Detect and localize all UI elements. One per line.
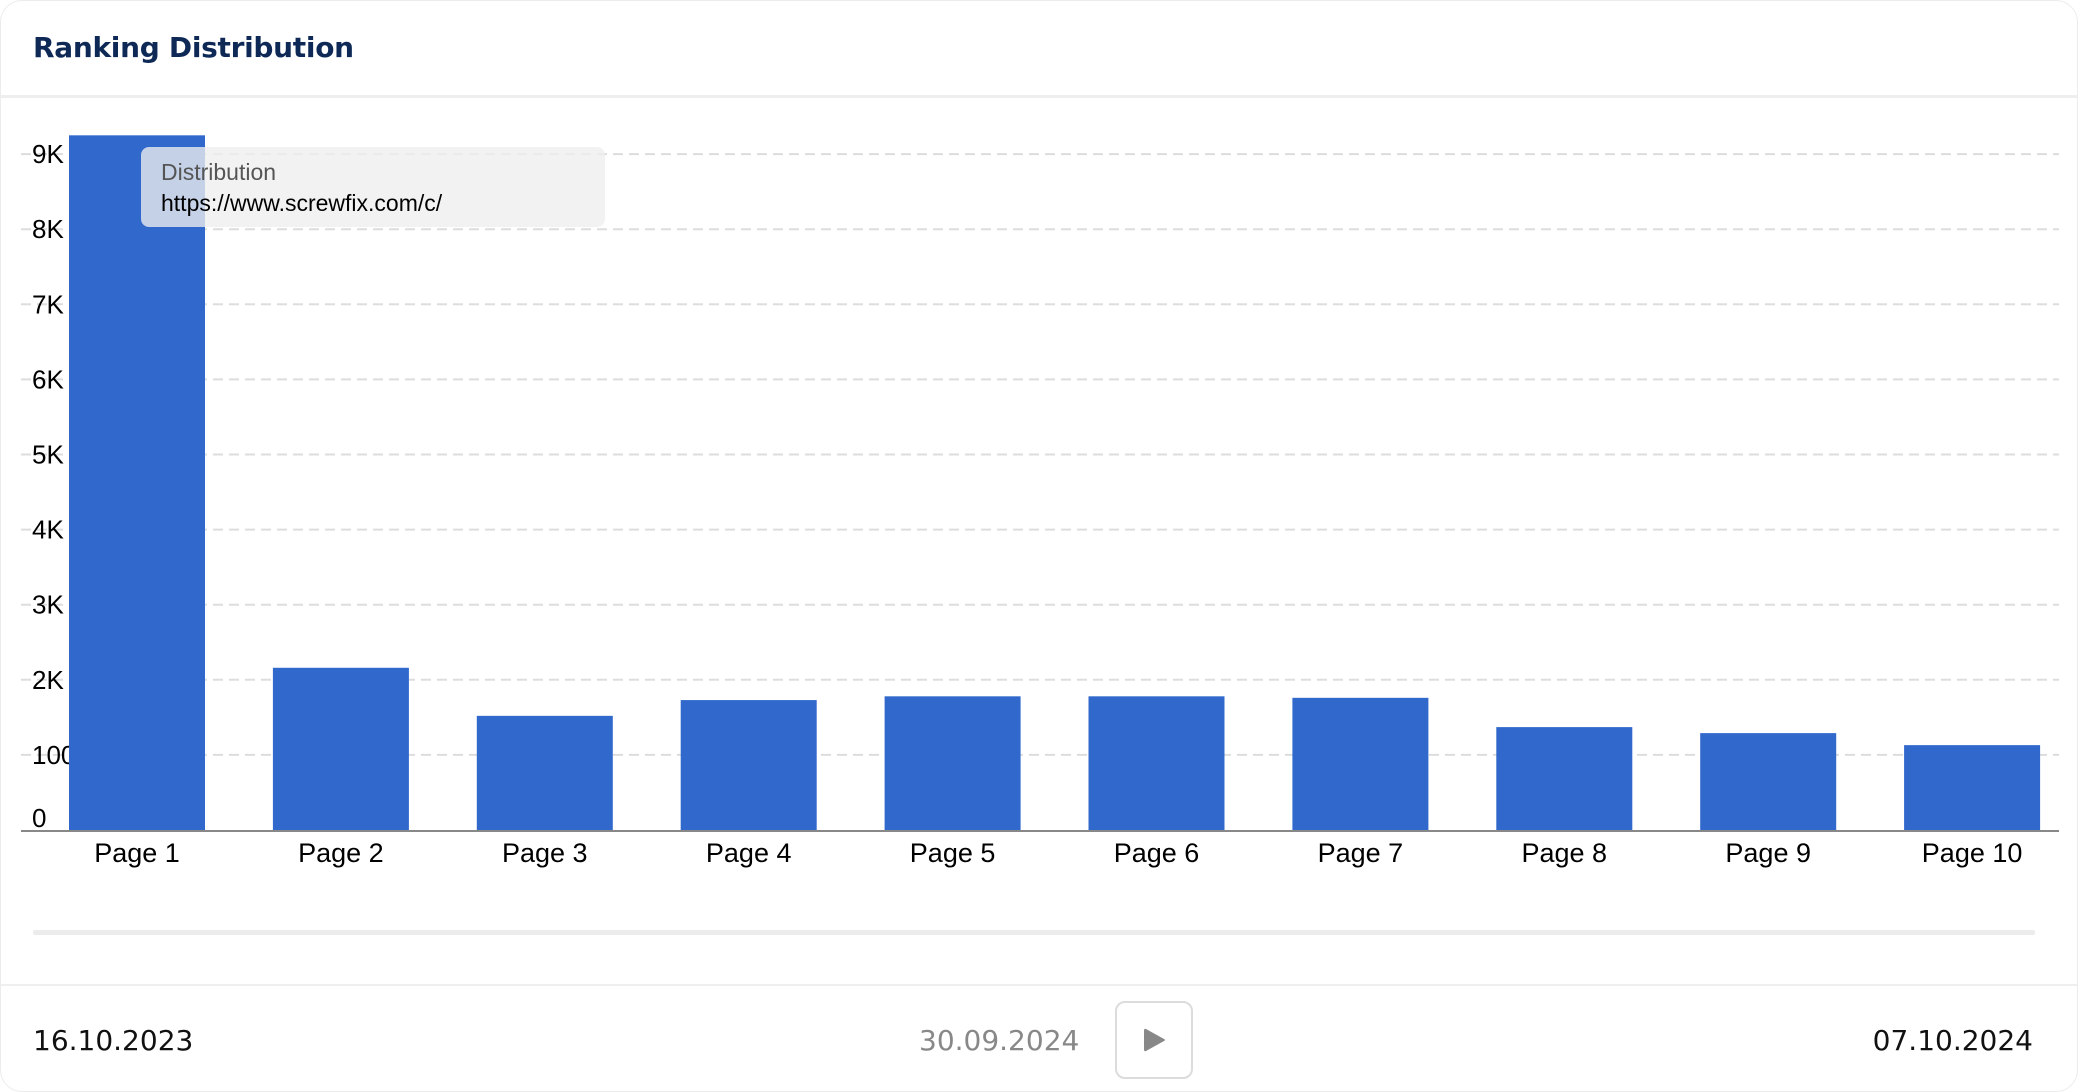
x-tick-label: Page 1 <box>94 838 180 868</box>
timeline-end-date: 07.10.2024 <box>1872 1024 2033 1057</box>
y-tick-label: 8K <box>32 214 64 244</box>
bars <box>69 135 2041 830</box>
timeline-footer: 16.10.2023 30.09.2024 07.10.2024 <box>1 984 2077 1091</box>
ranking-distribution-card: Ranking Distribution 0 1000 2K 3K 4K 5K 6K 7K 8K… <box>0 0 2078 1092</box>
bar-page-4[interactable] <box>680 700 817 830</box>
y-tick-label: 6K <box>32 364 64 394</box>
gridlines <box>21 153 2059 756</box>
bar-page-9[interactable] <box>1700 733 1837 830</box>
y-tick-label: 9K <box>32 139 64 169</box>
bar-page-8[interactable] <box>1496 727 1633 830</box>
tooltip-value: https://www.screwfix.com/c/ <box>161 190 443 216</box>
x-tick-label: Page 10 <box>1922 838 2023 868</box>
y-tick-label: 0 <box>32 803 46 833</box>
x-tick-label: Page 6 <box>1114 838 1200 868</box>
bar-chart: 010002K3K4K5K6K7K8K9K Page 1 Page 2 Page 3… <box>21 135 2059 868</box>
bar-page-6[interactable] <box>1088 696 1225 830</box>
bar-page-5[interactable] <box>884 696 1021 830</box>
timeline-current-date: 30.09.2024 <box>919 1024 1080 1057</box>
chart-tooltip: Distribution https://www.screwfix.com/c/ <box>141 147 605 227</box>
y-tick-label: 4K <box>32 515 64 545</box>
bar-page-10[interactable] <box>1904 745 2041 830</box>
x-tick-label: Page 9 <box>1725 838 1811 868</box>
bar-page-7[interactable] <box>1292 697 1429 830</box>
bar-page-1[interactable] <box>69 135 205 830</box>
timeline-start-date: 16.10.2023 <box>33 1024 194 1057</box>
x-tick-label: Page 7 <box>1318 838 1404 868</box>
tooltip-label: Distribution <box>161 159 277 185</box>
x-tick-label: Page 8 <box>1522 838 1608 868</box>
timeline-slider-track[interactable] <box>33 930 2035 935</box>
bar-page-2[interactable] <box>272 667 409 830</box>
play-button[interactable] <box>1115 1001 1193 1079</box>
x-tick-label: Page 5 <box>910 838 996 868</box>
x-tick-label: Page 2 <box>298 838 384 868</box>
y-tick-label: 3K <box>32 590 64 620</box>
y-tick-label: 7K <box>32 289 64 319</box>
x-tick-label: Page 4 <box>706 838 792 868</box>
play-icon <box>1144 1028 1165 1052</box>
x-tick-label: Page 3 <box>502 838 588 868</box>
x-axis-labels: Page 1 Page 2 Page 3 Page 4 Page 5 Page 6 Page… <box>94 838 2022 868</box>
y-tick-label: 2K <box>32 665 64 695</box>
y-tick-label: 5K <box>32 440 64 470</box>
bar-page-3[interactable] <box>476 715 613 830</box>
